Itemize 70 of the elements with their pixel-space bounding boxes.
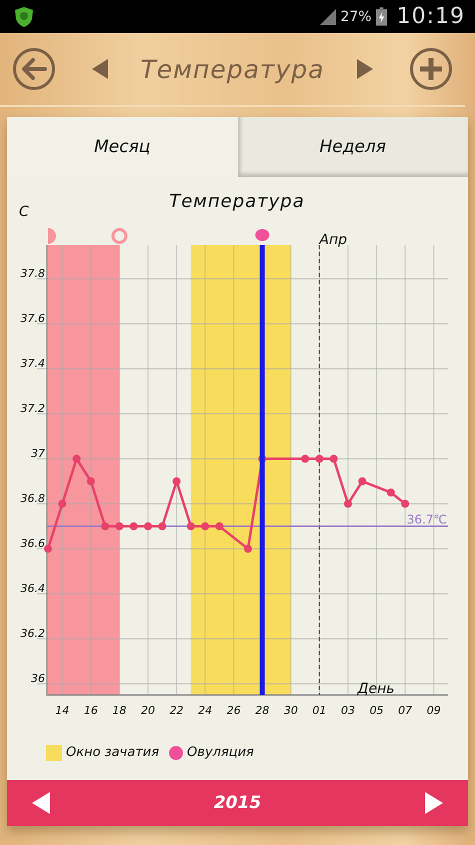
y-tick-label: 37.8 bbox=[20, 266, 45, 280]
period-tab[interactable]: Месяц bbox=[7, 117, 238, 177]
data-point bbox=[115, 522, 124, 530]
data-point bbox=[186, 522, 195, 530]
y-tick-label: 36 bbox=[31, 672, 45, 685]
back-icon[interactable] bbox=[12, 47, 56, 91]
data-point bbox=[215, 522, 224, 530]
x-tick-label: 24 bbox=[198, 704, 212, 717]
x-tick-label: 09 bbox=[426, 704, 441, 717]
x-tick-label: 14 bbox=[55, 704, 70, 717]
x-tick-label: 28 bbox=[255, 704, 270, 717]
data-point bbox=[358, 477, 366, 486]
data-point bbox=[44, 544, 52, 553]
x-tick-label: 20 bbox=[141, 704, 155, 717]
data-point bbox=[86, 477, 95, 486]
x-tick-label: 01 bbox=[312, 704, 326, 717]
shield-icon bbox=[14, 6, 34, 28]
data-point bbox=[386, 488, 395, 496]
previous-icon[interactable] bbox=[32, 792, 50, 814]
y-tick-label: 36.2 bbox=[20, 626, 45, 640]
data-point bbox=[72, 454, 81, 463]
y-tick-label: 37 bbox=[31, 446, 45, 460]
month-label: Апр bbox=[319, 232, 348, 248]
x-tick-label: 26 bbox=[226, 704, 241, 717]
data-point bbox=[130, 522, 138, 530]
data-point bbox=[172, 477, 181, 486]
data-point bbox=[315, 454, 324, 463]
ovulation-icon bbox=[255, 229, 270, 241]
period-end-icon bbox=[111, 228, 128, 244]
period-tab[interactable]: Неделя bbox=[238, 117, 468, 177]
y-tick-label: 36.6 bbox=[20, 536, 45, 550]
data-point bbox=[144, 522, 152, 530]
legend-label: Окно зачатия bbox=[66, 745, 160, 760]
x-tick-label: 30 bbox=[284, 704, 298, 717]
period-start-icon bbox=[48, 228, 56, 244]
data-point bbox=[101, 522, 110, 530]
x-tick-label: 07 bbox=[398, 704, 412, 717]
y-tick-label: 37.2 bbox=[20, 402, 45, 415]
axis-label: C bbox=[19, 204, 29, 220]
y-tick-label: 37.6 bbox=[20, 312, 45, 325]
clock-time: 10:19 bbox=[396, 4, 465, 29]
screen-title: Температура bbox=[140, 54, 326, 84]
chart-title: Температура bbox=[169, 191, 305, 212]
legend-label: Овуляция bbox=[187, 745, 254, 760]
y-tick-label: 36.4 bbox=[20, 582, 45, 595]
axis-label: День bbox=[358, 681, 394, 697]
data-point bbox=[330, 454, 338, 463]
add-icon[interactable] bbox=[409, 47, 453, 91]
data-point bbox=[401, 500, 410, 508]
next-icon[interactable] bbox=[424, 792, 443, 814]
battery-percent: 27% bbox=[340, 8, 372, 24]
data-point bbox=[58, 500, 66, 508]
data-point bbox=[158, 522, 166, 530]
battery-icon bbox=[376, 7, 387, 26]
x-tick-label: 18 bbox=[112, 704, 126, 717]
data-point bbox=[201, 522, 210, 530]
data-point bbox=[301, 454, 310, 463]
x-tick-label: 05 bbox=[370, 704, 384, 717]
data-point bbox=[344, 500, 352, 508]
x-tick-label: 16 bbox=[84, 704, 98, 717]
next-icon[interactable] bbox=[357, 59, 373, 79]
x-tick-label: 22 bbox=[170, 704, 184, 717]
y-tick-label: 36.8 bbox=[20, 492, 45, 505]
data-point bbox=[244, 544, 252, 553]
reference-label: 36.7℃ bbox=[406, 512, 447, 526]
previous-icon[interactable] bbox=[92, 59, 108, 79]
signal-icon bbox=[320, 8, 336, 24]
year-label: 2015 bbox=[214, 793, 262, 813]
y-tick-label: 37.4 bbox=[20, 356, 45, 370]
x-tick-label: 03 bbox=[341, 704, 355, 717]
